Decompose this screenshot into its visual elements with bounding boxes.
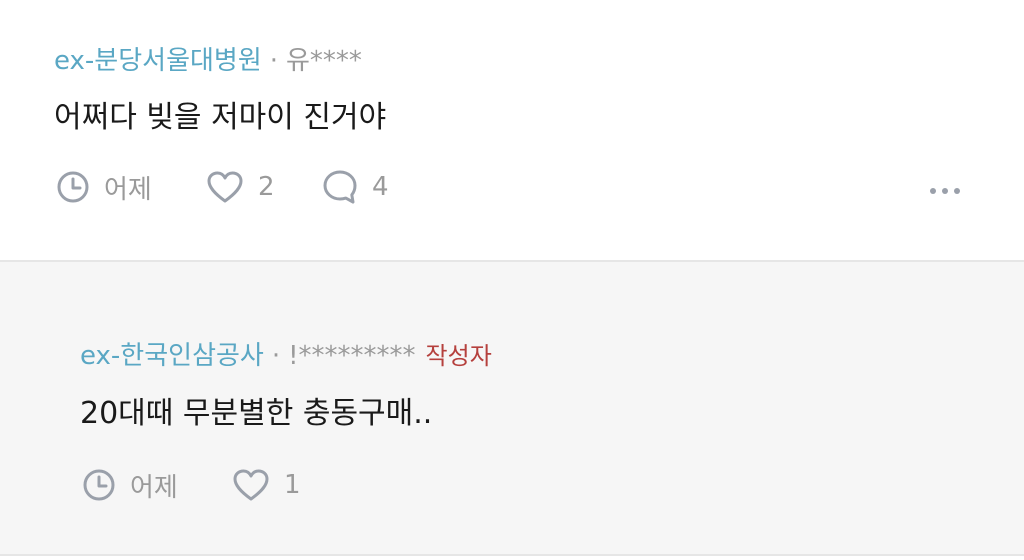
company-name[interactable]: ex-한국인삼공사 xyxy=(80,341,264,371)
more-dots-icon[interactable] xyxy=(930,171,960,211)
meta-separator: · xyxy=(269,46,279,76)
timestamp-label: 어제 xyxy=(104,174,152,205)
like-button[interactable]: 1 xyxy=(232,465,301,505)
author-badge: 작성자 xyxy=(425,342,492,370)
more-dot xyxy=(942,188,948,194)
user-name: 유**** xyxy=(286,46,362,76)
more-dot xyxy=(930,188,936,194)
speech-bubble-icon xyxy=(323,170,357,204)
clock-icon xyxy=(57,171,89,203)
reply-button[interactable]: 4 xyxy=(322,167,389,207)
meta-separator: · xyxy=(271,341,281,371)
timestamp: 어제 xyxy=(56,167,152,207)
clock-icon xyxy=(83,469,115,501)
comment-meta: ex-분당서울대병원 · 유**** xyxy=(54,44,362,78)
timestamp: 어제 xyxy=(82,465,178,505)
reply-item: ex-한국인삼공사 · !********* 작성자 20대때 무분별한 충동구매..… xyxy=(0,262,1024,556)
like-count: 2 xyxy=(258,172,275,202)
comment-item: ex-분당서울대병원 · 유**** 어쩌다 빚을 저마이 진거야 어제 2 4 xyxy=(0,0,1024,262)
heart-icon xyxy=(233,469,269,501)
company-name[interactable]: ex-분당서울대병원 xyxy=(54,46,262,76)
reply-count: 4 xyxy=(372,172,389,202)
timestamp-label: 어제 xyxy=(130,472,178,503)
heart-icon xyxy=(207,171,243,203)
comment-text: 20대때 무분별한 충동구매.. xyxy=(80,396,433,431)
like-count: 1 xyxy=(284,470,301,500)
comment-text: 어쩌다 빚을 저마이 진거야 xyxy=(54,100,387,135)
comment-meta: ex-한국인삼공사 · !********* 작성자 xyxy=(80,339,492,373)
user-name: !********* xyxy=(288,341,416,371)
like-button[interactable]: 2 xyxy=(206,167,275,207)
more-dot xyxy=(954,188,960,194)
